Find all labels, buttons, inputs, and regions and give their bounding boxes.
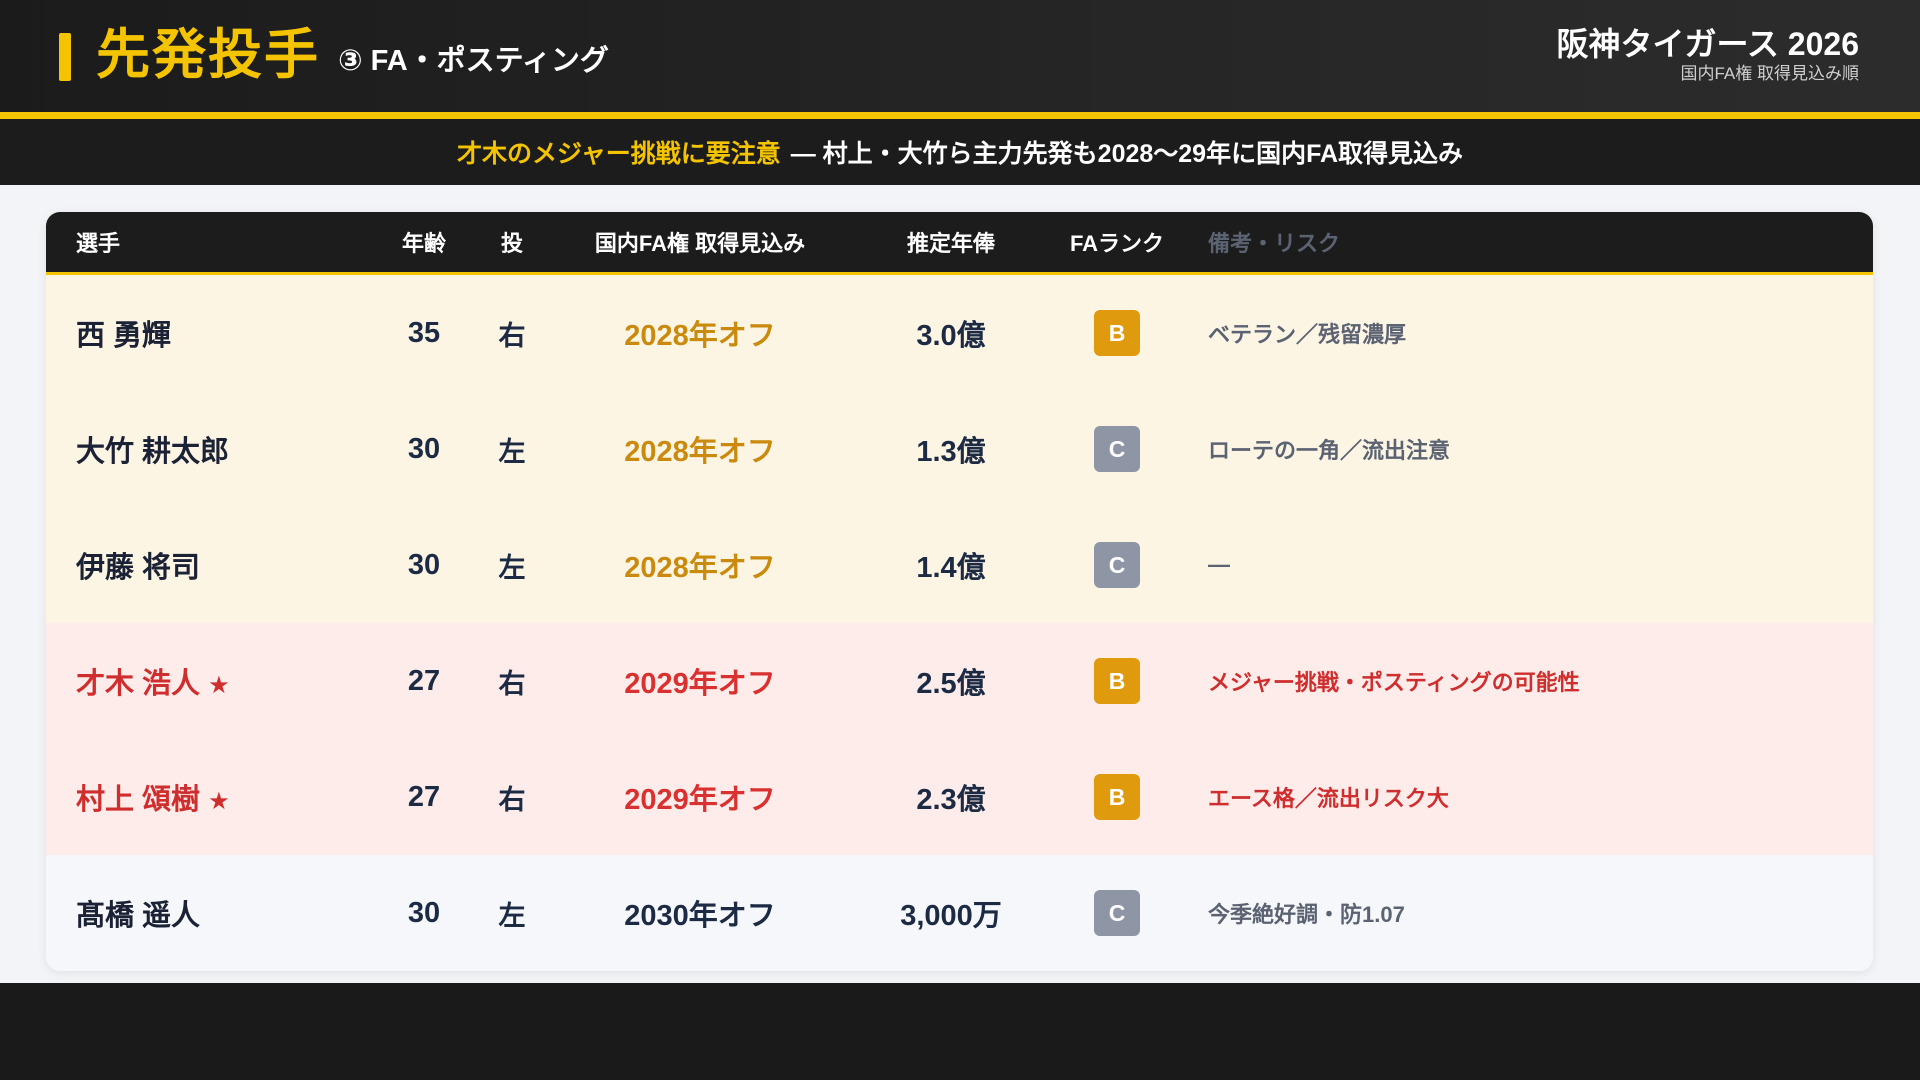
column-header-notes: 備考・リスク xyxy=(1208,231,1341,256)
player-name: 才木 浩人 xyxy=(76,668,201,700)
throwing-hand: 右 xyxy=(498,320,526,351)
fa-rank-badge: B xyxy=(1094,310,1140,356)
player-name: 西 勇輝 xyxy=(76,320,172,352)
banner-highlight: 才木のメジャー挑戦に要注意 xyxy=(456,140,781,168)
fa-year: 2028年オフ xyxy=(624,320,776,352)
table-header: 選手 年齢 投 国内FA権 取得見込み 推定年俸 FAランク 備考・リスク xyxy=(46,212,1873,275)
column-header-fa-rank: FAランク xyxy=(1069,231,1165,256)
pitcher-table: 選手 年齢 投 国内FA権 取得見込み 推定年俸 FAランク 備考・リスク 西 … xyxy=(46,212,1873,971)
fa-rank-cell: C xyxy=(1057,890,1177,936)
column-header-player: 選手 xyxy=(76,231,121,256)
column-header-fa-year: 国内FA権 取得見込み xyxy=(594,231,806,256)
throwing-hand: 左 xyxy=(498,552,526,583)
banner-text: — 村上・大竹ら主力先発も2028〜29年に国内FA取得見込み xyxy=(790,140,1464,168)
player-name-cell: 伊藤 将司 xyxy=(76,544,379,586)
player-age: 27 xyxy=(407,780,441,813)
player-age: 30 xyxy=(407,896,441,929)
fa-rank-badge: B xyxy=(1094,658,1140,704)
player-name: 髙橋 遥人 xyxy=(76,900,201,932)
player-name-cell: 西 勇輝 xyxy=(76,312,379,354)
table-row: 髙橋 遥人 30 左 2030年オフ 3,000万 C 今季絶好調・防1.07 xyxy=(46,855,1873,971)
table-row: 伊藤 将司 30 左 2028年オフ 1.4億 C — xyxy=(46,507,1873,623)
column-header-throws: 投 xyxy=(500,231,523,256)
page-subtitle: ③ FA・ポスティング xyxy=(338,45,609,77)
fa-year: 2028年オフ xyxy=(624,552,776,584)
star-icon: ★ xyxy=(208,672,230,699)
team-title: 阪神タイガース 2026 xyxy=(1556,26,1859,62)
estimated-salary: 3,000万 xyxy=(900,900,1002,932)
table-row: 大竹 耕太郎 30 左 2028年オフ 1.3億 C ローテの一角／流出注意 xyxy=(46,391,1873,507)
estimated-salary: 3.0億 xyxy=(916,320,986,352)
fa-rank-badge: C xyxy=(1094,426,1140,472)
fa-rank-badge: C xyxy=(1094,890,1140,936)
player-name-cell: 才木 浩人 ★ xyxy=(76,660,379,702)
table-row: 西 勇輝 35 右 2028年オフ 3.0億 B ベテラン／残留濃厚 xyxy=(46,275,1873,391)
fa-year: 2030年オフ xyxy=(624,900,776,932)
risk-note: — xyxy=(1208,552,1230,577)
player-age: 30 xyxy=(407,432,441,465)
headline-banner: 才木のメジャー挑戦に要注意 — 村上・大竹ら主力先発も2028〜29年に国内FA… xyxy=(0,119,1920,185)
player-name: 大竹 耕太郎 xyxy=(76,436,230,468)
fa-year: 2029年オフ xyxy=(624,784,776,816)
risk-note: ローテの一角／流出注意 xyxy=(1208,438,1451,463)
content-area: 選手 年齢 投 国内FA権 取得見込み 推定年俸 FAランク 備考・リスク 西 … xyxy=(0,185,1920,983)
estimated-salary: 1.3億 xyxy=(916,436,986,468)
table-body: 西 勇輝 35 右 2028年オフ 3.0億 B ベテラン／残留濃厚大竹 耕太郎 30 左 202… xyxy=(46,275,1873,971)
title-accent-bar xyxy=(59,33,71,81)
header-divider xyxy=(0,112,1920,119)
risk-note: 今季絶好調・防1.07 xyxy=(1208,902,1405,927)
column-header-age: 年齢 xyxy=(401,231,446,256)
fa-year: 2029年オフ xyxy=(624,668,776,700)
estimated-salary: 2.5億 xyxy=(916,668,986,700)
player-name: 伊藤 将司 xyxy=(76,552,201,584)
player-age: 35 xyxy=(407,316,441,349)
player-name-cell: 村上 頌樹 ★ xyxy=(76,776,379,818)
risk-note: ベテラン／残留濃厚 xyxy=(1208,322,1407,347)
player-name-cell: 髙橋 遥人 xyxy=(76,892,379,934)
estimated-salary: 1.4億 xyxy=(916,552,986,584)
fa-rank-badge: B xyxy=(1094,774,1140,820)
throwing-hand: 左 xyxy=(498,436,526,467)
sort-note: 国内FA権 取得見込み順 xyxy=(1680,64,1859,83)
player-age: 27 xyxy=(407,664,441,697)
page-title: 先発投手 xyxy=(96,25,320,85)
fa-rank-cell: C xyxy=(1057,426,1177,472)
throwing-hand: 右 xyxy=(498,784,526,815)
throwing-hand: 左 xyxy=(498,900,526,931)
risk-note: メジャー挑戦・ポスティングの可能性 xyxy=(1208,670,1580,695)
slide: 先発投手 ③ FA・ポスティング 阪神タイガース 2026 国内FA権 取得見込… xyxy=(0,0,1920,1080)
player-age: 30 xyxy=(407,548,441,581)
fa-rank-cell: B xyxy=(1057,658,1177,704)
risk-note: エース格／流出リスク大 xyxy=(1208,786,1449,811)
fa-rank-cell: B xyxy=(1057,774,1177,820)
column-header-salary: 推定年俸 xyxy=(906,231,995,256)
fa-year: 2028年オフ xyxy=(624,436,776,468)
player-name-cell: 大竹 耕太郎 xyxy=(76,428,379,470)
estimated-salary: 2.3億 xyxy=(916,784,986,816)
star-icon: ★ xyxy=(208,788,230,815)
fa-rank-cell: C xyxy=(1057,542,1177,588)
table-row: 才木 浩人 ★ 27 右 2029年オフ 2.5億 B メジャー挑戦・ポスティングの可能性 xyxy=(46,623,1873,739)
fa-rank-badge: C xyxy=(1094,542,1140,588)
fa-rank-cell: B xyxy=(1057,310,1177,356)
throwing-hand: 右 xyxy=(498,668,526,699)
table-row: 村上 頌樹 ★ 27 右 2029年オフ 2.3億 B エース格／流出リスク大 xyxy=(46,739,1873,855)
player-name: 村上 頌樹 xyxy=(76,784,201,816)
header-bar: 先発投手 ③ FA・ポスティング 阪神タイガース 2026 国内FA権 取得見込… xyxy=(0,0,1920,112)
